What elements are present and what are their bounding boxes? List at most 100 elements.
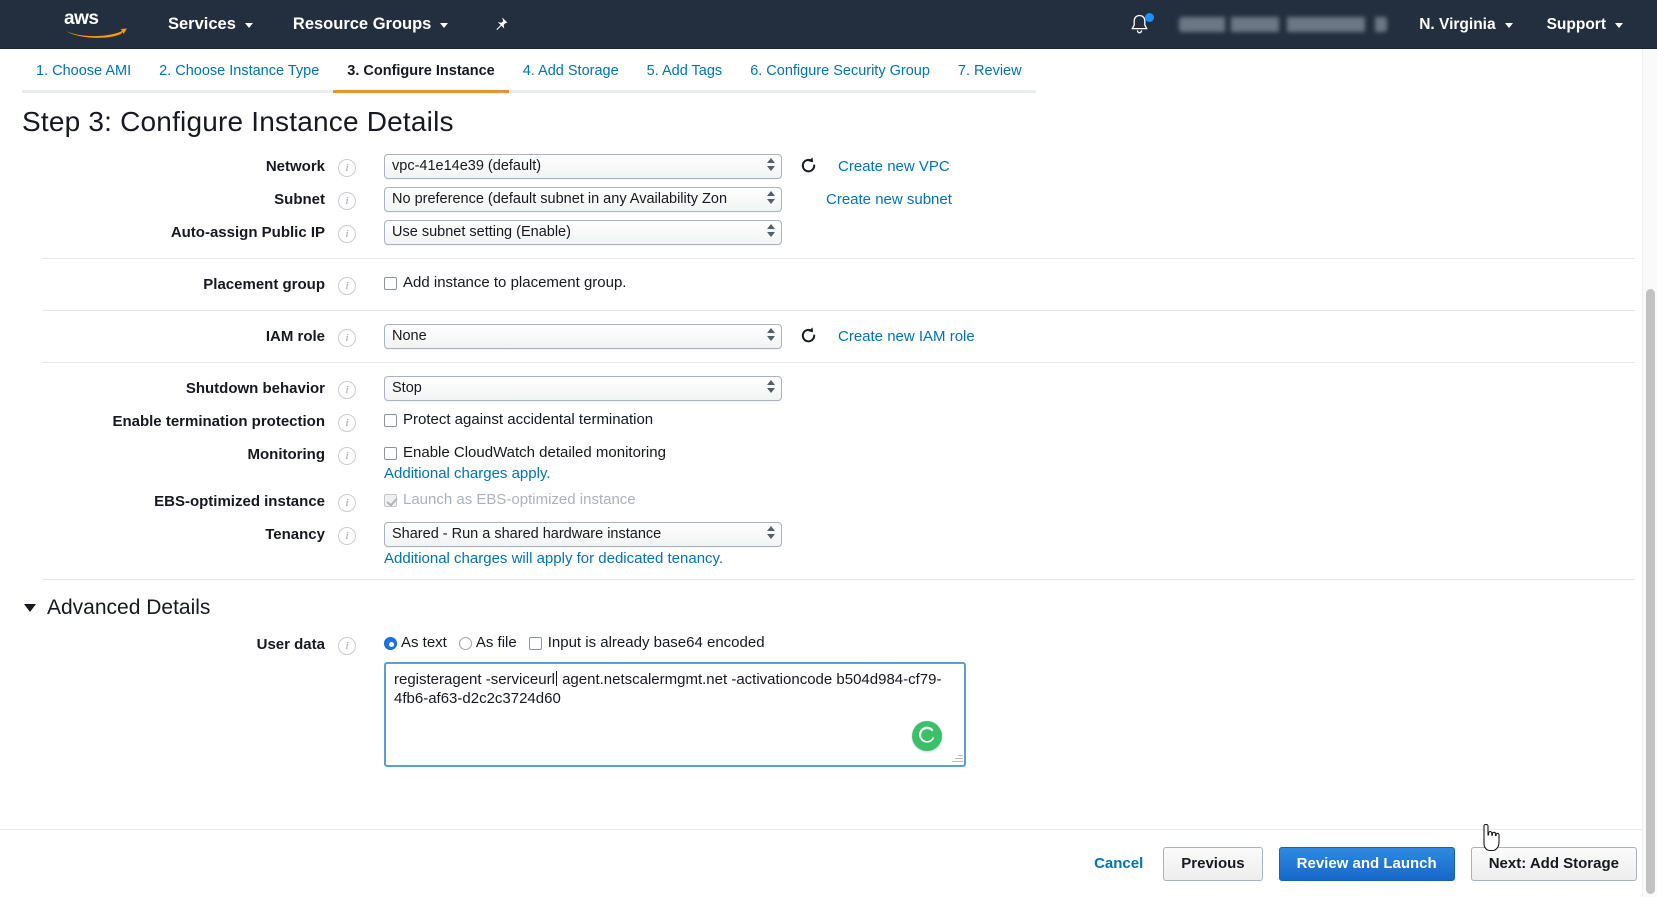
info-icon[interactable]: i bbox=[338, 225, 356, 243]
refresh-icon[interactable] bbox=[799, 156, 818, 180]
info-icon[interactable]: i bbox=[338, 381, 356, 399]
support-menu[interactable]: Support bbox=[1547, 16, 1623, 34]
monitoring-checkbox-label: Enable CloudWatch detailed monitoring bbox=[403, 444, 666, 461]
user-data-as-file-label: As file bbox=[475, 634, 517, 651]
user-data-textarea[interactable]: registeragent -serviceurl agent.netscale… bbox=[384, 662, 966, 767]
chevron-down-icon bbox=[440, 22, 449, 28]
review-and-launch-button[interactable]: Review and Launch bbox=[1278, 846, 1455, 881]
auto-assign-public-ip-select[interactable]: Use subnet setting (Enable) bbox=[384, 220, 782, 245]
ebs-optimized-checkbox bbox=[384, 494, 397, 507]
support-label: Support bbox=[1546, 15, 1606, 33]
page-title: Step 3: Configure Instance Details bbox=[22, 106, 454, 137]
notification-badge-dot bbox=[1145, 13, 1155, 22]
text-caret bbox=[555, 671, 557, 686]
info-icon[interactable]: i bbox=[338, 494, 356, 512]
advanced-details-title: Advanced Details bbox=[47, 596, 211, 619]
previous-button[interactable]: Previous bbox=[1163, 846, 1263, 881]
row-tenancy: Tenancy i Shared - Run a shared hardware… bbox=[0, 518, 1657, 570]
row-iam-role: IAM role i None Create new IAM role bbox=[0, 320, 1657, 353]
tab-add-tags[interactable]: 5. Add Tags bbox=[632, 63, 737, 93]
tenancy-label: Tenancy bbox=[265, 526, 325, 543]
tab-configure-instance[interactable]: 3. Configure Instance bbox=[333, 63, 509, 93]
row-termination-protection: Enable termination protection i Protect … bbox=[0, 405, 1657, 438]
refresh-icon[interactable] bbox=[799, 326, 818, 350]
termination-protection-label: Enable termination protection bbox=[112, 413, 325, 430]
cancel-button[interactable]: Cancel bbox=[1090, 855, 1147, 872]
account-menu[interactable] bbox=[1179, 17, 1388, 32]
configure-instance-form: Network i vpc-41e14e39 (default) Create … bbox=[0, 150, 1657, 770]
section-divider bbox=[42, 362, 1635, 363]
info-icon[interactable]: i bbox=[338, 277, 356, 295]
ebs-optimized-checkbox-label: Launch as EBS-optimized instance bbox=[403, 491, 636, 508]
row-auto-assign-public-ip: Auto-assign Public IP i Use subnet setti… bbox=[0, 216, 1657, 249]
placement-group-checkbox[interactable] bbox=[384, 277, 397, 290]
tenancy-charges-link[interactable]: Additional charges will apply for dedica… bbox=[384, 550, 723, 567]
auto-assign-public-ip-label: Auto-assign Public IP bbox=[170, 224, 325, 241]
textarea-resize-handle[interactable] bbox=[951, 752, 963, 764]
navbar-right-group: N. Virginia Support bbox=[1130, 0, 1657, 49]
pin-icon[interactable] bbox=[492, 16, 509, 33]
network-label: Network bbox=[265, 158, 325, 175]
termination-protection-checkbox[interactable] bbox=[384, 414, 397, 427]
svg-text:aws: aws bbox=[64, 10, 98, 29]
row-subnet: Subnet i No preference (default subnet i… bbox=[0, 183, 1657, 216]
subnet-select[interactable]: No preference (default subnet in any Ava… bbox=[384, 187, 782, 212]
row-placement-group: Placement group i Add instance to placem… bbox=[0, 268, 1657, 301]
notifications-bell-icon[interactable] bbox=[1130, 13, 1155, 35]
user-data-as-text-label: As text bbox=[401, 634, 447, 651]
termination-protection-checkbox-label: Protect against accidental termination bbox=[403, 411, 654, 428]
user-data-base64-label: Input is already base64 encoded bbox=[547, 634, 765, 651]
create-new-subnet-link[interactable]: Create new subnet bbox=[826, 191, 952, 208]
create-new-vpc-link[interactable]: Create new VPC bbox=[838, 158, 950, 175]
section-divider bbox=[42, 258, 1635, 259]
user-data-label: User data bbox=[256, 636, 325, 653]
tenancy-select[interactable]: Shared - Run a shared hardware instance bbox=[384, 522, 782, 547]
triangle-down-icon bbox=[24, 604, 36, 612]
user-data-as-text-radio[interactable] bbox=[384, 637, 397, 650]
monitoring-checkbox[interactable] bbox=[384, 447, 397, 460]
tab-choose-instance-type[interactable]: 2. Choose Instance Type bbox=[145, 63, 334, 93]
iam-role-label: IAM role bbox=[265, 328, 325, 345]
vertical-scrollbar[interactable] bbox=[1642, 49, 1657, 897]
placement-group-label: Placement group bbox=[203, 276, 325, 293]
grammar-assistant-badge-icon[interactable] bbox=[912, 721, 942, 751]
create-new-iam-role-link[interactable]: Create new IAM role bbox=[838, 328, 975, 345]
info-icon[interactable]: i bbox=[338, 527, 356, 545]
row-ebs-optimized: EBS-optimized instance i Launch as EBS-o… bbox=[0, 485, 1657, 518]
row-monitoring: Monitoring i Enable CloudWatch detailed … bbox=[0, 438, 1657, 485]
shutdown-behavior-select[interactable]: Stop bbox=[384, 376, 782, 401]
network-select[interactable]: vpc-41e14e39 (default) bbox=[384, 154, 782, 179]
info-icon[interactable]: i bbox=[338, 637, 356, 655]
aws-logo[interactable]: aws bbox=[64, 8, 130, 38]
wizard-step-tabs: 1. Choose AMI 2. Choose Instance Type 3.… bbox=[0, 49, 1657, 96]
nav-services[interactable]: Services bbox=[168, 15, 253, 34]
user-data-base64-checkbox[interactable] bbox=[528, 637, 542, 650]
tab-configure-security-group[interactable]: 6. Configure Security Group bbox=[736, 63, 944, 93]
advanced-details-toggle[interactable]: Advanced Details bbox=[24, 596, 1657, 620]
section-divider bbox=[42, 579, 1635, 580]
scrollbar-thumb[interactable] bbox=[1646, 289, 1655, 894]
info-icon[interactable]: i bbox=[338, 159, 356, 177]
nav-resource-groups[interactable]: Resource Groups bbox=[292, 14, 449, 34]
nav-services-label: Services bbox=[168, 14, 236, 33]
tab-add-storage[interactable]: 4. Add Storage bbox=[508, 63, 633, 93]
nav-resource-groups-label: Resource Groups bbox=[292, 14, 432, 33]
monitoring-charges-link[interactable]: Additional charges apply. bbox=[384, 465, 551, 482]
user-data-as-file-radio[interactable] bbox=[458, 637, 472, 650]
shutdown-behavior-label: Shutdown behavior bbox=[185, 380, 325, 397]
tab-choose-ami[interactable]: 1. Choose AMI bbox=[22, 63, 146, 93]
next-add-storage-button[interactable]: Next: Add Storage bbox=[1470, 846, 1637, 881]
region-selector[interactable]: N. Virginia bbox=[1419, 15, 1513, 34]
info-icon[interactable]: i bbox=[338, 192, 356, 210]
row-shutdown-behavior: Shutdown behavior i Stop bbox=[0, 372, 1657, 405]
info-icon[interactable]: i bbox=[338, 329, 356, 347]
chevron-down-icon bbox=[244, 22, 253, 28]
row-user-data: User data i As text As file Input is alr… bbox=[0, 628, 1657, 770]
tab-review[interactable]: 7. Review bbox=[943, 63, 1036, 93]
info-icon[interactable]: i bbox=[338, 414, 356, 432]
chevron-down-icon bbox=[1615, 23, 1623, 28]
section-divider bbox=[42, 310, 1635, 311]
iam-role-select[interactable]: None bbox=[384, 324, 782, 349]
region-label: N. Virginia bbox=[1419, 15, 1496, 33]
info-icon[interactable]: i bbox=[338, 447, 356, 465]
